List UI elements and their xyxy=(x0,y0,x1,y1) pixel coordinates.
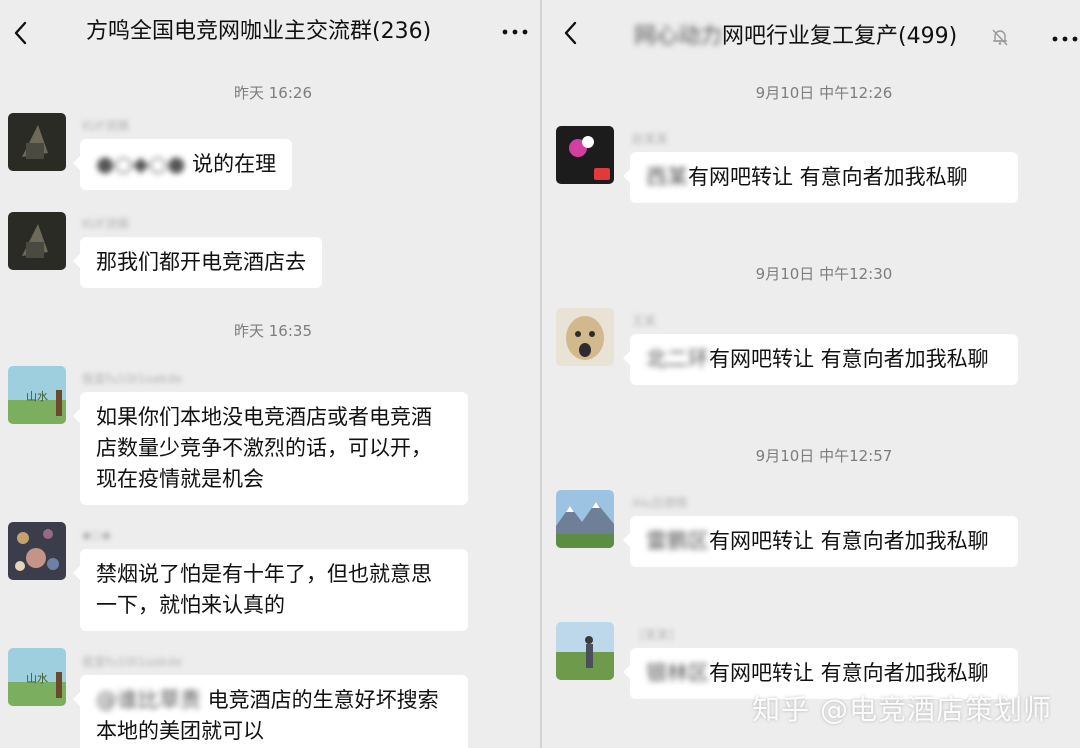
avatar[interactable]: 山水 xyxy=(8,366,66,424)
group-title-text: 网吧行业复工复产(499) xyxy=(722,24,958,49)
message-bubble[interactable]: 禁烟说了怕是有十年了，但也就意思一下，就怕来认真的 xyxy=(73,549,468,631)
avatar[interactable]: 山水 xyxy=(8,648,66,706)
sender-nickname: 王某 xyxy=(632,314,657,328)
avatar[interactable] xyxy=(8,212,66,270)
sender-nickname: Alu吕德晴 xyxy=(632,496,688,510)
message-bubble[interactable]: 北二环有网吧转让 有意向者加我私聊 xyxy=(623,334,1018,385)
mute-bell-icon xyxy=(992,29,1008,46)
back-icon[interactable] xyxy=(558,18,584,48)
timestamp: 9月10日 中午12:57 xyxy=(755,447,893,465)
left-chat-window: 方鸣全国电竞网咖业主交流群(236) 昨天 16:26 KUF测赛 ●○◆○● … xyxy=(0,0,540,748)
sender-nickname: 我爱fu10t1oakde xyxy=(82,655,183,669)
sender-nickname: KUF测赛 xyxy=(82,217,130,231)
svg-text:山水: 山水 xyxy=(26,672,48,685)
left-chat-header: 方鸣全国电竞网咖业主交流群(236) xyxy=(0,0,540,66)
message-text: 那我们都开电竞酒店去 xyxy=(96,250,306,274)
sender-area-prefix: 北二环 xyxy=(646,347,709,371)
sender-nickname: [某某] xyxy=(640,628,674,642)
timestamp: 9月10日 中午12:30 xyxy=(755,265,893,283)
timestamp: 昨天 16:35 xyxy=(234,322,312,340)
group-name-blurred: 网心动力 xyxy=(634,24,723,49)
sender-nickname: ◆○◆ xyxy=(82,528,111,542)
avatar[interactable] xyxy=(556,490,614,548)
avatar[interactable] xyxy=(8,522,66,580)
mention-name: ●○◆○● xyxy=(96,152,193,176)
message-text: 有网吧转让 有意向者加我私聊 xyxy=(688,165,968,189)
right-chat-window: 网心动力网吧行业复工复产(499) 9月10日 中午12:26 赵某某 西某有网… xyxy=(542,0,1080,748)
message-bubble[interactable]: 如果你们本地没电竞酒店或者电竞酒店数量少竞争不激烈的话，可以开，现在疫情就是机会 xyxy=(73,392,468,505)
message-text: 有网吧转让 有意向者加我私聊 xyxy=(709,347,989,371)
back-icon[interactable] xyxy=(8,18,34,48)
sender-nickname: 我爱fu10t1oakde xyxy=(82,372,183,386)
right-chat-title: 网心动力网吧行业复工复产(499) xyxy=(634,22,957,52)
sender-area-prefix: 西某 xyxy=(646,165,688,189)
sender-nickname: 赵某某 xyxy=(632,132,669,146)
message-bubble[interactable]: 那我们都开电竞酒店去 xyxy=(73,237,322,288)
avatar[interactable] xyxy=(8,113,66,171)
zhihu-watermark: 知乎 @电竞酒店策划师 xyxy=(752,693,1052,726)
message-bubble[interactable]: @谁比草责 电竞酒店的生意好坏搜索本地的美团就可以 xyxy=(73,675,468,748)
avatar[interactable] xyxy=(556,126,614,184)
message-text: 如果你们本地没电竞酒店或者电竞酒店数量少竞争不激烈的话，可以开，现在疫情就是机会 xyxy=(96,405,432,491)
avatar[interactable] xyxy=(556,308,614,366)
sender-area-prefix: 银林区 xyxy=(646,661,709,685)
sender-area-prefix: 雷鹏区 xyxy=(646,529,709,553)
message-text: 有网吧转让 有意向者加我私聊 xyxy=(709,661,989,685)
message-bubble[interactable]: ●○◆○● 说的在理 xyxy=(72,139,293,190)
message-text: 有网吧转让 有意向者加我私聊 xyxy=(709,529,989,553)
more-icon[interactable] xyxy=(1050,24,1080,54)
message-text: 禁烟说了怕是有十年了，但也就意思一下，就怕来认真的 xyxy=(96,562,432,617)
timestamp: 昨天 16:26 xyxy=(234,84,312,102)
right-chat-header: 网心动力网吧行业复工复产(499) xyxy=(542,0,1080,66)
avatar[interactable] xyxy=(556,622,614,680)
left-chat-title: 方鸣全国电竞网咖业主交流群(236) xyxy=(86,19,432,44)
message-bubble[interactable]: 西某有网吧转让 有意向者加我私聊 xyxy=(623,152,1018,203)
timestamp: 9月10日 中午12:26 xyxy=(755,84,893,102)
svg-text:山水: 山水 xyxy=(26,390,48,403)
more-icon[interactable] xyxy=(500,17,530,47)
sender-nickname: KUF测赛 xyxy=(82,119,130,133)
message-text: 说的在理 xyxy=(192,152,277,176)
message-bubble[interactable]: 雷鹏区有网吧转让 有意向者加我私聊 xyxy=(623,516,1018,567)
mention-name: @谁比草责 xyxy=(96,688,201,712)
